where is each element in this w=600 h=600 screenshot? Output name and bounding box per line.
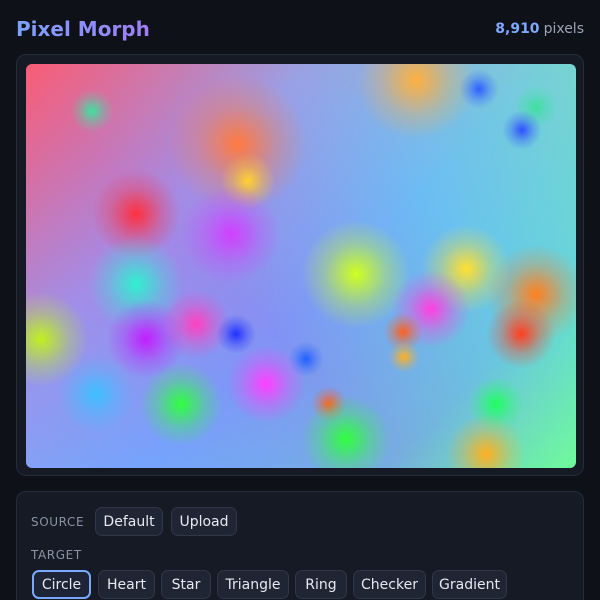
app-title: Pixel Morph — [16, 17, 150, 41]
header: Pixel Morph 8,910 pixels — [16, 14, 584, 44]
source-upload-button[interactable]: Upload — [171, 507, 237, 536]
target-heart-button[interactable]: Heart — [98, 570, 155, 599]
target-circle-button[interactable]: Circle — [32, 570, 91, 599]
particle-blob — [181, 184, 281, 284]
particle-blob — [356, 64, 476, 140]
particle-blob — [502, 110, 542, 150]
particle-blob — [139, 362, 223, 446]
particle-blob — [56, 354, 136, 434]
particle-blob — [459, 69, 499, 109]
target-checker-button[interactable]: Checker — [353, 570, 426, 599]
pixel-count-unit: pixels — [543, 21, 584, 37]
target-label: TARGET — [31, 548, 82, 562]
pixel-counter: 8,910 pixels — [495, 21, 584, 37]
particle-blob — [301, 394, 391, 468]
particle-blob — [486, 299, 556, 369]
target-ring-button[interactable]: Ring — [295, 570, 347, 599]
particle-blob — [70, 89, 114, 133]
target-star-button[interactable]: Star — [161, 570, 211, 599]
canvas-panel — [16, 54, 584, 476]
target-triangle-button[interactable]: Triangle — [217, 570, 289, 599]
source-label: SOURCE — [31, 515, 85, 529]
source-default-button[interactable]: Default — [95, 507, 163, 536]
controls-panel: SOURCE Default Upload TARGET Circle Hear… — [16, 491, 584, 600]
particle-blob — [388, 341, 420, 373]
particle-blob — [226, 344, 306, 424]
target-gradient-button[interactable]: Gradient — [432, 570, 507, 599]
morph-canvas[interactable] — [26, 64, 576, 468]
pixel-count-value: 8,910 — [495, 21, 540, 37]
